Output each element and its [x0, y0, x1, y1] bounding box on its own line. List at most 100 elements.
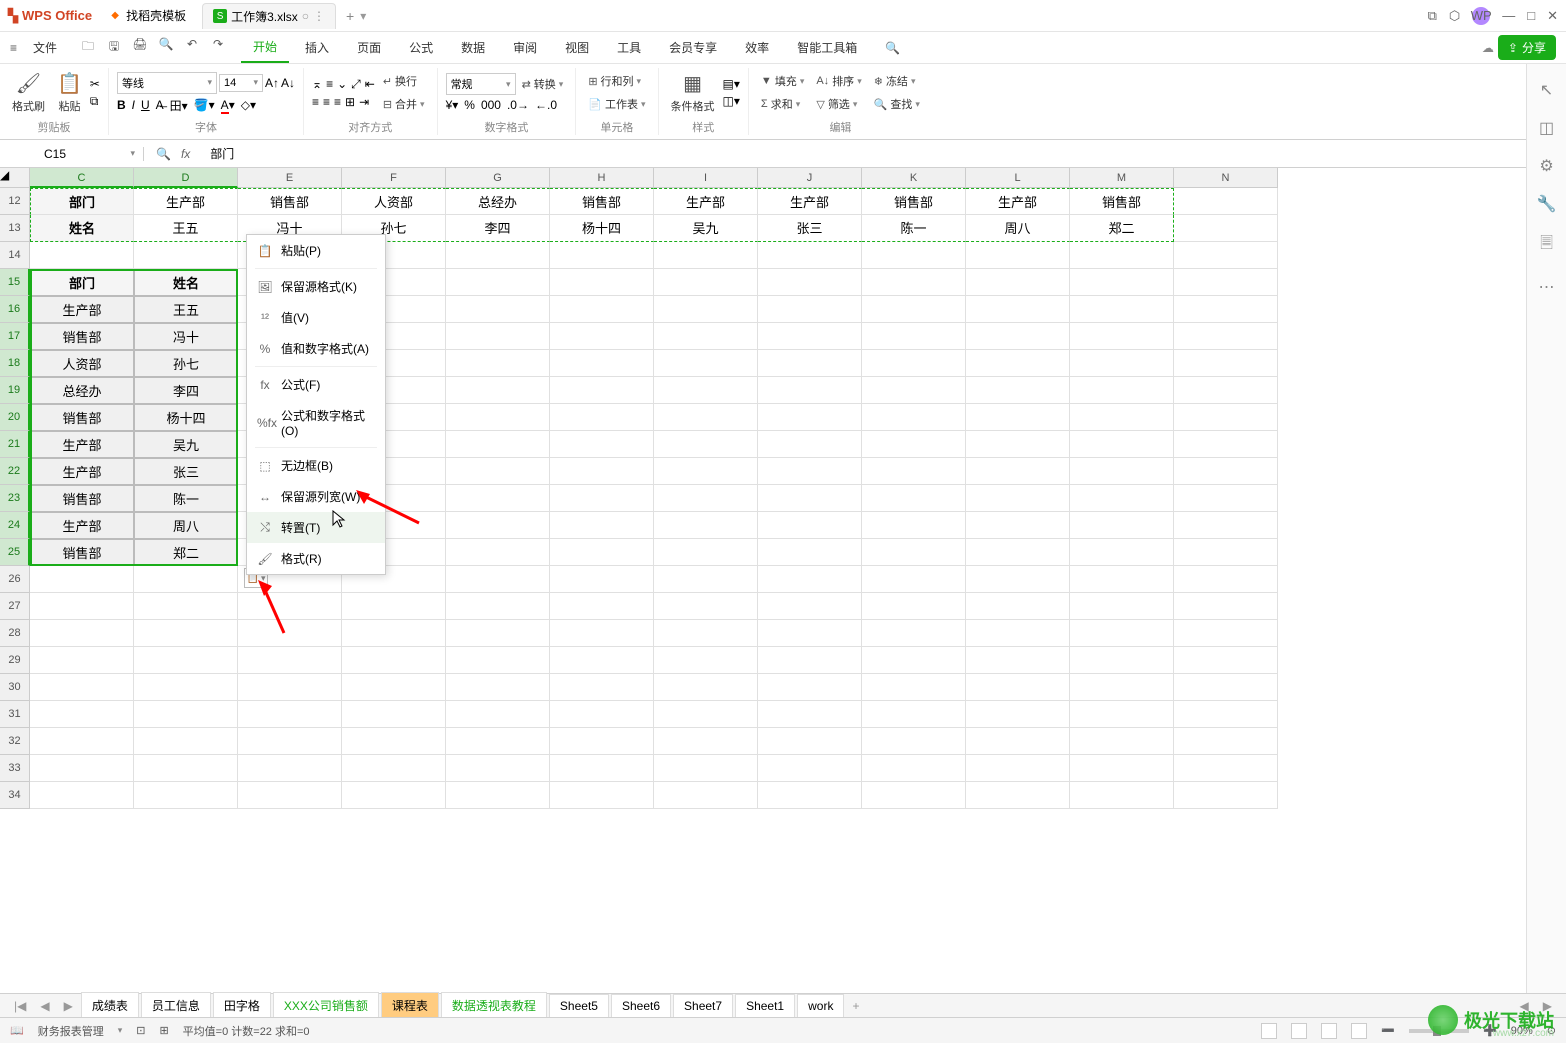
cell-I27[interactable]: [654, 593, 758, 620]
cell-L12[interactable]: 生产部: [966, 188, 1070, 215]
cell-M21[interactable]: [1070, 431, 1174, 458]
percent-icon[interactable]: %: [464, 98, 475, 112]
sheet-tab-2[interactable]: 田字格: [213, 992, 271, 1019]
orientation-icon[interactable]: ⤢: [351, 77, 361, 92]
cell-J16[interactable]: [758, 296, 862, 323]
cell-I17[interactable]: [654, 323, 758, 350]
close-icon[interactable]: ✕: [1547, 8, 1558, 24]
sheet-tab-4[interactable]: 课程表: [381, 992, 439, 1019]
cell-N13[interactable]: [1174, 215, 1278, 242]
cell-D24[interactable]: 周八: [134, 512, 238, 539]
row-header-18[interactable]: 18: [0, 350, 30, 377]
cell-C23[interactable]: 销售部: [30, 485, 134, 512]
row-header-28[interactable]: 28: [0, 620, 30, 647]
menu-keep-source-format[interactable]: 🖼保留源格式(K): [247, 271, 385, 302]
tab-insert[interactable]: 插入: [293, 33, 341, 62]
cell-N24[interactable]: [1174, 512, 1278, 539]
cell-I28[interactable]: [654, 620, 758, 647]
cell-H28[interactable]: [550, 620, 654, 647]
formula-input[interactable]: 部门: [202, 145, 1566, 162]
cell-J29[interactable]: [758, 647, 862, 674]
cell-M24[interactable]: [1070, 512, 1174, 539]
cell-E32[interactable]: [238, 728, 342, 755]
cell-K18[interactable]: [862, 350, 966, 377]
cell-N23[interactable]: [1174, 485, 1278, 512]
cell-C14[interactable]: [30, 242, 134, 269]
number-format-select[interactable]: 常规▾: [446, 73, 516, 95]
menu-format[interactable]: 🖌格式(R): [247, 543, 385, 574]
cell-I34[interactable]: [654, 782, 758, 809]
cell-H20[interactable]: [550, 404, 654, 431]
cell-I29[interactable]: [654, 647, 758, 674]
cell-C19[interactable]: 总经办: [30, 377, 134, 404]
cell-H27[interactable]: [550, 593, 654, 620]
tab-smart[interactable]: 智能工具箱: [785, 33, 869, 62]
col-header-E[interactable]: E: [238, 168, 342, 188]
cell-K31[interactable]: [862, 701, 966, 728]
cell-M20[interactable]: [1070, 404, 1174, 431]
tab-menu-icon[interactable]: ○: [302, 9, 309, 23]
cell-L29[interactable]: [966, 647, 1070, 674]
cell-M12[interactable]: 销售部: [1070, 188, 1174, 215]
tab-member[interactable]: 会员专享: [657, 33, 729, 62]
cell-C12[interactable]: 部门: [30, 188, 134, 215]
cell-D17[interactable]: 冯十: [134, 323, 238, 350]
cell-N14[interactable]: [1174, 242, 1278, 269]
align-top-icon[interactable]: ⌅: [312, 77, 322, 91]
search-icon[interactable]: 🔍: [885, 41, 900, 55]
cloud-icon[interactable]: ☁: [1482, 41, 1494, 55]
row-header-25[interactable]: 25: [0, 539, 30, 566]
cell-I14[interactable]: [654, 242, 758, 269]
row-header-29[interactable]: 29: [0, 647, 30, 674]
col-header-H[interactable]: H: [550, 168, 654, 188]
cell-K22[interactable]: [862, 458, 966, 485]
cell-M28[interactable]: [1070, 620, 1174, 647]
menu-formulas[interactable]: fx公式(F): [247, 369, 385, 400]
cell-K19[interactable]: [862, 377, 966, 404]
cell-N12[interactable]: [1174, 188, 1278, 215]
cell-J17[interactable]: [758, 323, 862, 350]
cell-H34[interactable]: [550, 782, 654, 809]
cell-C30[interactable]: [30, 674, 134, 701]
cell-E30[interactable]: [238, 674, 342, 701]
menu-paste[interactable]: 📋粘贴(P): [247, 235, 385, 266]
cell-J31[interactable]: [758, 701, 862, 728]
cell-style-icon[interactable]: ◫▾: [723, 94, 740, 108]
cell-E27[interactable]: [238, 593, 342, 620]
template-tab[interactable]: ◆ 找稻壳模板: [98, 3, 196, 28]
cell-M16[interactable]: [1070, 296, 1174, 323]
cell-L23[interactable]: [966, 485, 1070, 512]
row-header-21[interactable]: 21: [0, 431, 30, 458]
sheet-tab-1[interactable]: 员工信息: [141, 992, 211, 1019]
cell-J13[interactable]: 张三: [758, 215, 862, 242]
cursor-tool-icon[interactable]: ↖: [1540, 80, 1553, 100]
cell-H24[interactable]: [550, 512, 654, 539]
cell-I26[interactable]: [654, 566, 758, 593]
paste-button[interactable]: 📋 粘贴: [53, 69, 86, 116]
menu-formulas-num-format[interactable]: %fx公式和数字格式(O): [247, 400, 385, 445]
cell-J20[interactable]: [758, 404, 862, 431]
row-header-14[interactable]: 14: [0, 242, 30, 269]
cell-E28[interactable]: [238, 620, 342, 647]
cell-K33[interactable]: [862, 755, 966, 782]
cell-M29[interactable]: [1070, 647, 1174, 674]
cell-M25[interactable]: [1070, 539, 1174, 566]
bold-icon[interactable]: B: [117, 98, 126, 112]
cell-G21[interactable]: [446, 431, 550, 458]
cell-D14[interactable]: [134, 242, 238, 269]
cell-G32[interactable]: [446, 728, 550, 755]
cell-D16[interactable]: 王五: [134, 296, 238, 323]
cell-G15[interactable]: [446, 269, 550, 296]
cell-K20[interactable]: [862, 404, 966, 431]
cell-M30[interactable]: [1070, 674, 1174, 701]
cell-L30[interactable]: [966, 674, 1070, 701]
cell-M26[interactable]: [1070, 566, 1174, 593]
cell-N30[interactable]: [1174, 674, 1278, 701]
cell-G23[interactable]: [446, 485, 550, 512]
cell-K29[interactable]: [862, 647, 966, 674]
cell-K24[interactable]: [862, 512, 966, 539]
cell-H32[interactable]: [550, 728, 654, 755]
merge-button[interactable]: ⊟合并▾: [379, 94, 429, 114]
cell-F33[interactable]: [342, 755, 446, 782]
cell-L17[interactable]: [966, 323, 1070, 350]
